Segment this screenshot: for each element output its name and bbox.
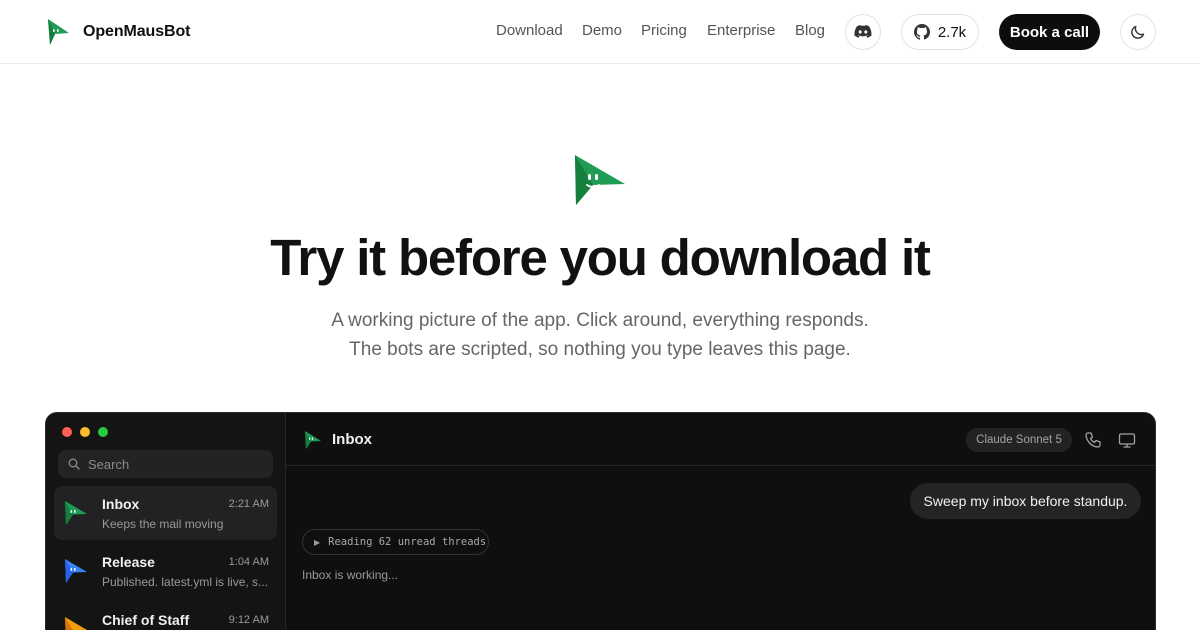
bot-working-status: Inbox is working...	[302, 568, 399, 582]
phone-icon[interactable]	[1083, 430, 1103, 450]
thread-sidebar: Search Inbox 2:21 AM Keeps the mail movi…	[46, 413, 286, 630]
search-icon	[68, 458, 80, 470]
hero-subtitle-line2: The bots are scripted, so nothing you ty…	[349, 339, 851, 360]
moon-icon	[1131, 25, 1145, 39]
discord-button[interactable]	[845, 14, 881, 50]
chat-panel: Inbox Claude Sonnet 5 Sweep my inbox bef…	[286, 413, 1155, 630]
github-stars-button[interactable]: 2.7k	[901, 14, 979, 50]
thread-item-chief-of-staff[interactable]: Chief of Staff 9:12 AM	[54, 602, 277, 630]
search-placeholder: Search	[88, 456, 130, 472]
tool-activity-pill[interactable]: ▶ Reading 62 unread threads	[302, 529, 489, 555]
model-selector[interactable]: Claude Sonnet 5	[966, 428, 1072, 452]
window-controls	[62, 427, 108, 437]
monitor-icon[interactable]	[1117, 430, 1137, 450]
thread-name: Chief of Staff	[102, 612, 190, 628]
chat-title: Inbox	[332, 431, 372, 448]
github-icon	[913, 24, 930, 40]
thread-item-release[interactable]: Release 1:04 AM Published. latest.yml is…	[54, 544, 277, 598]
discord-icon	[854, 25, 872, 38]
thread-preview: Published. latest.yml is live, s...	[102, 575, 269, 589]
nav-blog[interactable]: Blog	[795, 22, 825, 39]
nav-demo[interactable]: Demo	[582, 22, 622, 39]
release-bot-avatar-icon	[65, 559, 87, 583]
thread-time: 2:21 AM	[228, 498, 269, 510]
tool-activity-text: Reading 62 unread threads	[328, 536, 487, 548]
thread-time: 9:12 AM	[228, 614, 269, 626]
top-navigation-bar: OpenMausBot Download Demo Pricing Enterp…	[0, 0, 1200, 64]
user-message-bubble: Sweep my inbox before standup.	[910, 483, 1141, 519]
nav-pricing[interactable]: Pricing	[641, 22, 687, 39]
close-window-dot[interactable]	[62, 427, 72, 437]
hero-subtitle-line1: A working picture of the app. Click arou…	[331, 310, 869, 331]
hero-logo-icon	[575, 155, 625, 205]
thread-preview: Keeps the mail moving	[102, 517, 224, 531]
expand-caret-icon: ▶	[314, 537, 321, 547]
inbox-bot-avatar-icon	[65, 501, 87, 525]
minimize-window-dot[interactable]	[80, 427, 90, 437]
app-demo-window: Search Inbox 2:21 AM Keeps the mail movi…	[45, 412, 1156, 630]
book-call-button[interactable]: Book a call	[999, 14, 1100, 50]
thread-item-inbox[interactable]: Inbox 2:21 AM Keeps the mail moving	[54, 486, 277, 540]
github-star-count: 2.7k	[937, 23, 967, 41]
chat-header: Inbox Claude Sonnet 5	[286, 413, 1155, 466]
thread-time: 1:04 AM	[228, 556, 269, 568]
hero-title: Try it before you download it	[270, 229, 931, 286]
chief-of-staff-bot-avatar-icon	[65, 617, 87, 630]
nav-download[interactable]: Download	[496, 22, 563, 39]
search-input[interactable]: Search	[58, 450, 273, 478]
thread-name: Release	[102, 554, 155, 570]
maximize-window-dot[interactable]	[98, 427, 108, 437]
inbox-bot-icon	[305, 431, 321, 449]
nav-enterprise[interactable]: Enterprise	[707, 22, 775, 39]
thread-name: Inbox	[102, 496, 140, 512]
theme-toggle-button[interactable]	[1120, 14, 1156, 50]
